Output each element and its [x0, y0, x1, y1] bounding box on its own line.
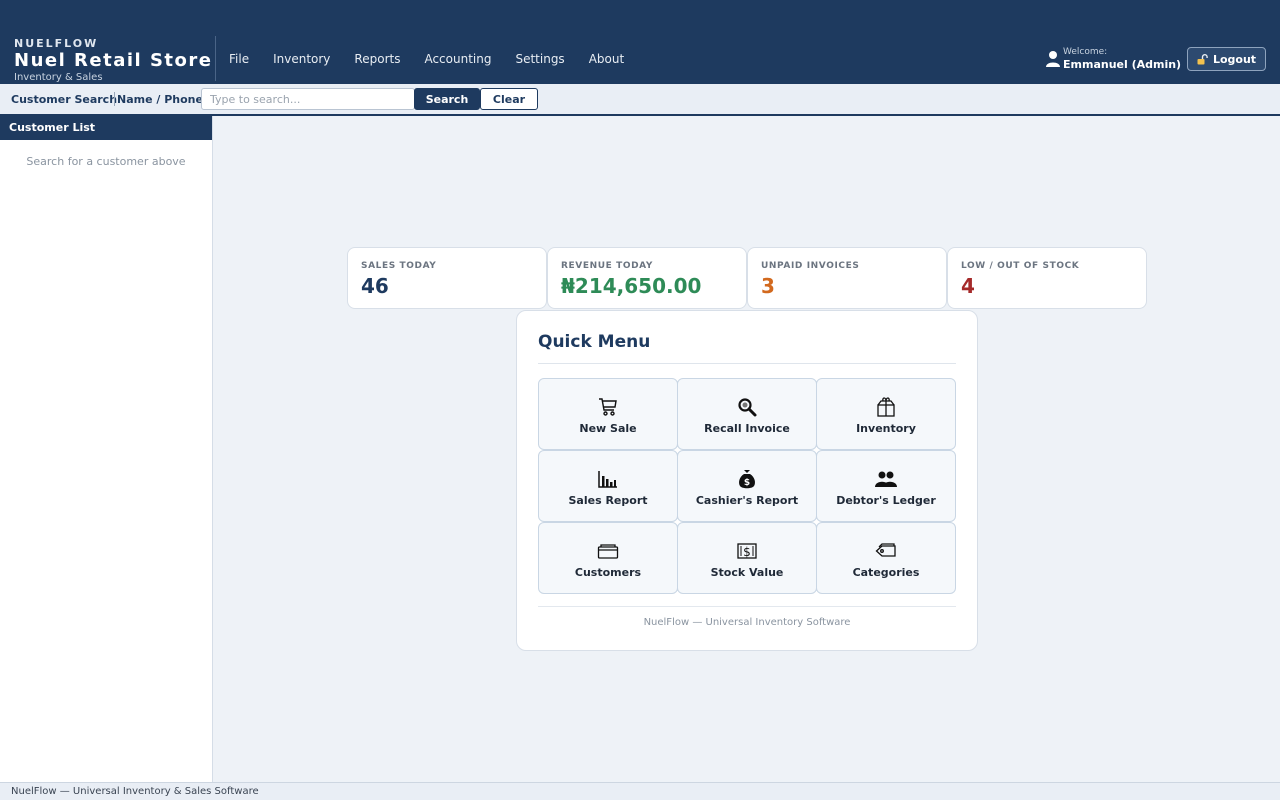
stat-value: 4 — [961, 274, 975, 298]
stat-revenue-today: REVENUE TODAY ₦214,650.00 — [547, 247, 747, 309]
svg-text:$: $ — [744, 478, 750, 488]
bar-chart-icon — [598, 471, 617, 488]
menu-settings[interactable]: Settings — [503, 50, 576, 70]
tile-label: Inventory — [856, 422, 916, 435]
menu-accounting[interactable]: Accounting — [412, 50, 503, 70]
stat-label: SALES TODAY — [361, 261, 437, 271]
menu-reports[interactable]: Reports — [342, 50, 412, 70]
tile-label: Debtor's Ledger — [836, 494, 936, 507]
tile-cashiers-report[interactable]: $ Cashier's Report — [677, 450, 817, 522]
stat-label: UNPAID INVOICES — [761, 261, 860, 271]
people-icon — [875, 471, 897, 487]
customer-list-title: Customer List — [0, 116, 212, 140]
menu-file[interactable]: File — [217, 50, 261, 70]
header-divider — [215, 36, 216, 81]
brand-subtitle: Inventory & Sales — [14, 72, 103, 83]
quick-menu-title: Quick Menu — [538, 332, 651, 352]
menu-inventory[interactable]: Inventory — [261, 50, 342, 70]
stat-value: 46 — [361, 274, 389, 298]
stat-label: REVENUE TODAY — [561, 261, 653, 271]
cart-icon — [599, 398, 617, 416]
tile-categories[interactable]: Categories — [816, 522, 956, 594]
card-index-icon — [597, 544, 619, 559]
tile-debtors-ledger[interactable]: Debtor's Ledger — [816, 450, 956, 522]
search-mode-label: Name / Phone — [117, 93, 203, 106]
unlock-icon — [1197, 53, 1208, 64]
tile-recall-invoice[interactable]: Recall Invoice — [677, 378, 817, 450]
status-footer: NuelFlow — Universal Inventory & Sales S… — [0, 782, 1280, 800]
search-label-separator — [114, 92, 115, 106]
svg-text:$: $ — [743, 545, 751, 559]
tile-label: Stock Value — [710, 566, 784, 579]
main-menu: File Inventory Reports Accounting Settin… — [217, 50, 636, 70]
user-icon — [1046, 51, 1060, 67]
tile-stock-value[interactable]: $ Stock Value — [677, 522, 817, 594]
tile-inventory[interactable]: Inventory — [816, 378, 956, 450]
tile-label: Sales Report — [568, 494, 648, 507]
username: Emmanuel (Admin) — [1063, 58, 1182, 71]
tile-sales-report[interactable]: Sales Report — [538, 450, 678, 522]
brand-small-label: NUELFLOW — [14, 37, 99, 50]
customer-list-panel: Customer List Search for a customer abov… — [0, 116, 213, 782]
welcome-label: Welcome: — [1063, 47, 1108, 57]
magnifier-icon — [738, 398, 757, 417]
tile-label: Cashier's Report — [695, 494, 799, 507]
money-bag-icon: $ — [739, 470, 755, 489]
tag-icon — [875, 543, 896, 557]
tile-label: Recall Invoice — [704, 422, 790, 435]
tile-new-sale[interactable]: New Sale — [538, 378, 678, 450]
customer-search-bar: Customer Search Name / Phone Search Clea… — [0, 84, 1280, 116]
tile-customers[interactable]: Customers — [538, 522, 678, 594]
menu-about[interactable]: About — [577, 50, 636, 70]
stat-value: ₦214,650.00 — [561, 274, 702, 298]
stat-sales-today: SALES TODAY 46 — [347, 247, 547, 309]
stat-value: 3 — [761, 274, 775, 298]
divider — [538, 606, 956, 607]
customer-list-empty-message: Search for a customer above — [26, 155, 186, 168]
customer-search-input[interactable] — [201, 88, 415, 110]
logout-button[interactable]: Logout — [1187, 47, 1266, 71]
quick-menu-panel: Quick Menu New Sale Recall Invoice Inven… — [516, 310, 978, 651]
tile-label: Categories — [852, 566, 920, 579]
tile-label: New Sale — [579, 422, 637, 435]
stat-label: LOW / OUT OF STOCK — [961, 261, 1080, 271]
brand: NUELFLOW Nuel Retail Store Inventory & S… — [14, 37, 214, 83]
customer-search-label: Customer Search — [11, 93, 118, 106]
search-button[interactable]: Search — [414, 88, 480, 110]
logout-label: Logout — [1212, 52, 1257, 66]
clear-button[interactable]: Clear — [480, 88, 538, 110]
stat-unpaid-invoices: UNPAID INVOICES 3 — [747, 247, 947, 309]
user-info: Welcome: Emmanuel (Admin) — [1045, 46, 1181, 72]
dollar-banknote-icon: $ — [737, 543, 757, 559]
stat-low-stock: LOW / OUT OF STOCK 4 — [947, 247, 1147, 309]
app-header: NUELFLOW Nuel Retail Store Inventory & S… — [0, 0, 1280, 84]
store-name: Nuel Retail Store — [14, 50, 213, 71]
divider — [538, 363, 956, 364]
quick-menu-footer: NuelFlow — Universal Inventory Software — [643, 617, 851, 628]
package-icon — [877, 397, 895, 417]
tile-label: Customers — [574, 566, 642, 579]
